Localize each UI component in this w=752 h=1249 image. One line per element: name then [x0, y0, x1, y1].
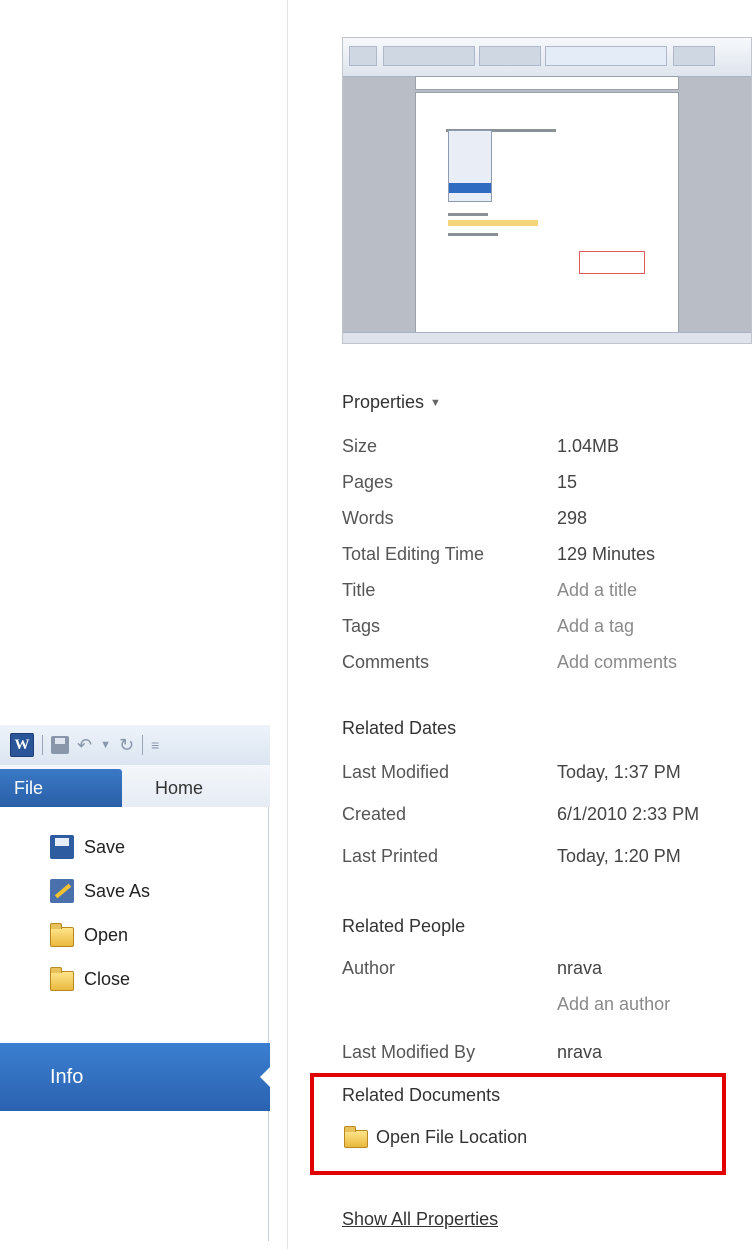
property-label: Tags	[342, 616, 381, 636]
property-value: 129 Minutes	[557, 544, 656, 564]
open-label: Open	[84, 924, 129, 945]
thumbnail-page-top	[415, 76, 679, 90]
comments-field[interactable]: Add comments	[557, 652, 677, 673]
property-row-editing-time: Total Editing Time 129 Minutes	[342, 544, 752, 572]
property-label: Title	[342, 580, 376, 600]
related-documents-heading: Related Documents	[342, 1085, 501, 1105]
last-modified-by-label: Last Modified By	[342, 1042, 476, 1062]
date-row-last-modified: Last Modified Today, 1:37 PM	[342, 762, 752, 790]
save-label: Save	[84, 836, 126, 857]
open-folder-icon	[50, 923, 74, 947]
toolbar-separator	[142, 735, 144, 755]
save-as-menu-item[interactable]: Save As	[0, 871, 268, 911]
save-icon	[50, 835, 74, 859]
property-value: 298	[557, 508, 588, 528]
date-value: Today, 1:37 PM	[557, 762, 681, 782]
selection-notch	[260, 1067, 270, 1087]
ribbon-tabs: File Home	[0, 765, 270, 807]
quick-access-toolbar: W ↶ ▼ ↻ ≡	[0, 725, 270, 765]
open-file-location-label: Open File Location	[376, 1126, 528, 1147]
last-modified-by-value[interactable]: nrava	[557, 1042, 602, 1063]
save-as-icon	[50, 879, 74, 903]
tab-file[interactable]: File	[0, 769, 122, 807]
property-row-size: Size 1.04MB	[342, 436, 752, 464]
save-as-label: Save As	[84, 880, 151, 901]
info-label: Info	[50, 1065, 84, 1088]
date-label: Created	[342, 804, 407, 824]
property-value: 15	[557, 472, 578, 492]
property-label: Pages	[342, 472, 394, 492]
property-label: Comments	[342, 652, 430, 672]
thumbnail-status-bar	[343, 332, 751, 343]
save-menu-item[interactable]: Save	[0, 827, 268, 867]
date-row-last-printed: Last Printed Today, 1:20 PM	[342, 846, 752, 874]
undo-icon[interactable]: ↶	[77, 736, 92, 754]
property-row-title: Title Add a title	[342, 580, 752, 608]
chevron-down-icon: ▼	[430, 397, 441, 410]
close-folder-icon	[50, 967, 74, 991]
document-preview-thumbnail[interactable]	[342, 37, 752, 344]
property-label: Words	[342, 508, 394, 528]
add-author-field[interactable]: Add an author	[557, 994, 670, 1015]
property-row-pages: Pages 15	[342, 472, 752, 500]
thumbnail-menu	[448, 130, 492, 202]
properties-title: Properties	[342, 392, 425, 412]
property-row-comments: Comments Add comments	[342, 652, 752, 680]
date-value: Today, 1:20 PM	[557, 846, 681, 866]
related-dates-heading: Related Dates	[342, 718, 457, 738]
backstage-nav: Save Save As Open Close Info	[0, 807, 270, 1241]
thumbnail-red-box	[579, 251, 645, 274]
backstage-menu-panel: W ↶ ▼ ↻ ≡ File Home Save Save As Open Cl…	[0, 725, 270, 1241]
author-value[interactable]: nrava	[557, 958, 602, 979]
title-field[interactable]: Add a title	[557, 580, 637, 601]
folder-icon	[344, 1126, 368, 1148]
property-value: 1.04MB	[557, 436, 620, 456]
people-row-last-modified-by: Last Modified By nrava	[342, 1042, 752, 1070]
panel-divider	[287, 0, 288, 1249]
related-people-heading: Related People	[342, 916, 466, 936]
properties-heading[interactable]: Properties ▼	[342, 392, 441, 413]
date-label: Last Modified	[342, 762, 450, 782]
property-label: Size	[342, 436, 378, 456]
customize-toolbar-icon[interactable]: ≡	[151, 738, 159, 752]
toolbar-separator	[42, 735, 43, 755]
redo-icon[interactable]: ↻	[119, 736, 134, 754]
tab-home[interactable]: Home	[155, 769, 203, 807]
info-menu-item[interactable]: Info	[0, 1043, 270, 1111]
date-label: Last Printed	[342, 846, 439, 866]
tags-field[interactable]: Add a tag	[557, 616, 634, 637]
people-row-author: Author nrava	[342, 958, 752, 986]
author-label: Author	[342, 958, 396, 978]
save-icon[interactable]	[51, 736, 69, 754]
property-label: Total Editing Time	[342, 544, 485, 564]
property-row-tags: Tags Add a tag	[342, 616, 752, 644]
property-row-words: Words 298	[342, 508, 752, 536]
close-label: Close	[84, 968, 131, 989]
undo-dropdown-icon[interactable]: ▼	[100, 739, 111, 751]
close-menu-item[interactable]: Close	[0, 959, 268, 999]
open-file-location-link[interactable]: Open File Location	[344, 1126, 527, 1148]
people-row-add-author: Add an author	[342, 994, 752, 1022]
word-app-icon[interactable]: W	[10, 733, 34, 757]
date-row-created: Created 6/1/2010 2:33 PM	[342, 804, 752, 832]
thumbnail-ribbon	[343, 38, 751, 77]
date-value: 6/1/2010 2:33 PM	[557, 804, 700, 824]
thumbnail-highlight	[448, 220, 538, 226]
show-all-properties-link[interactable]: Show All Properties	[342, 1209, 498, 1230]
open-menu-item[interactable]: Open	[0, 915, 268, 955]
